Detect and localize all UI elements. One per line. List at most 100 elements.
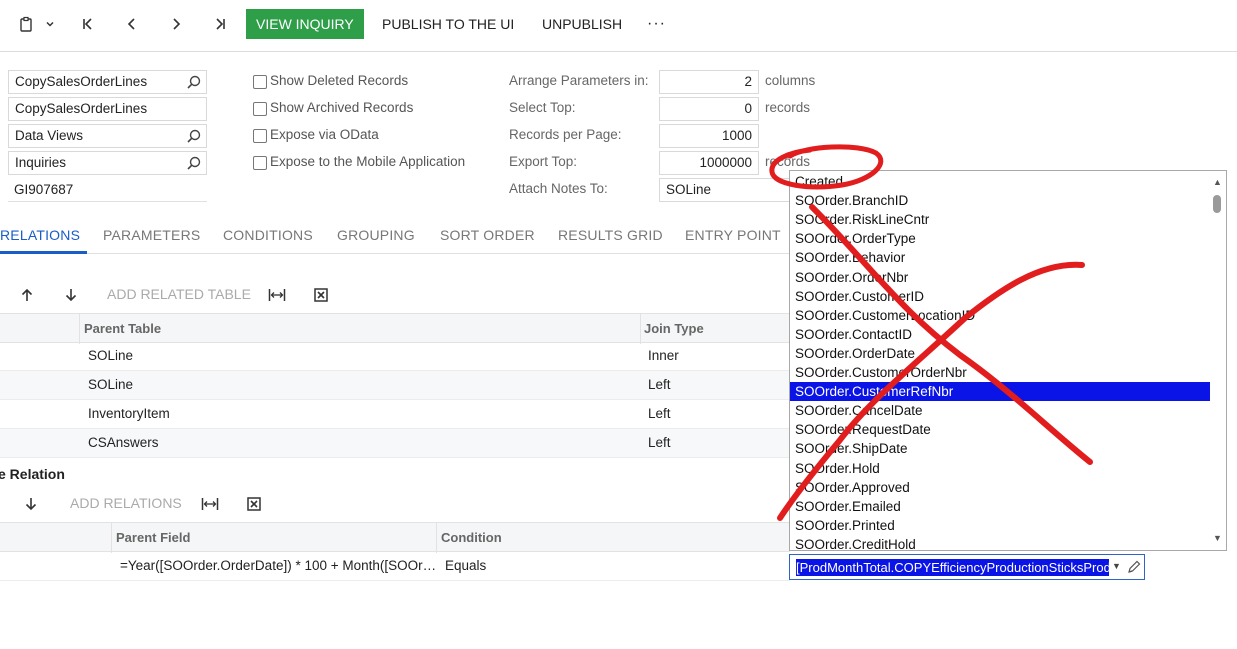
dropdown-option[interactable]: SOOrder.RequestDate [790,420,1210,439]
workspace-field[interactable]: Data Views [8,124,207,148]
dropdown-option[interactable]: SOOrder.CancelDate [790,401,1210,420]
tab-entry-point[interactable]: ENTRY POINT [685,227,781,243]
dropdown-option[interactable]: SOOrder.OrderDate [790,344,1210,363]
column-separator [111,523,112,553]
table-row[interactable]: SOLine Inner [0,342,790,371]
expose-mobile-checkbox[interactable] [253,156,267,170]
dropdown-option[interactable]: SOOrder.Emailed [790,497,1210,516]
join-type-cell: Left [648,435,671,450]
arrow-up-icon[interactable] [17,285,37,305]
export-top-unit: records [765,154,811,169]
clipboard-icon[interactable] [14,12,38,36]
parent-table-cell: InventoryItem [88,406,170,421]
scroll-down-icon[interactable]: ▼ [1212,533,1223,544]
arrange-params-unit: columns [765,73,816,88]
field-dropdown-list[interactable]: ▲ ▼ Created SOOrder.BranchID SOOrder.RiskL… [789,170,1227,551]
workspace-value: Data Views [15,128,84,143]
parent-field-cell: =Year([SOOrder.OrderDate]) * 100 + Month… [120,558,437,573]
table-row[interactable]: SOLine Left [0,371,790,400]
search-icon[interactable] [186,128,202,144]
column-separator [640,314,641,344]
records-per-page-label: Records per Page: [509,127,622,142]
publish-button[interactable]: PUBLISH TO THE UI [382,9,514,39]
field-links-grid-header: Parent Field Condition [0,522,790,553]
view-inquiry-button[interactable]: VIEW INQUIRY [246,9,364,39]
attach-notes-value: SOLine [666,182,712,197]
dropdown-option[interactable]: SOOrder.CustomerOrderNbr [790,363,1210,382]
dropdown-option[interactable]: SOOrder.OrderType [790,229,1210,248]
parent-table-header[interactable]: Parent Table [84,321,161,336]
select-top-label: Select Top: [509,100,576,115]
show-archived-checkbox[interactable] [253,102,267,116]
child-field-combo[interactable]: [ProdMonthTotal.COPYEfficiencyProduction… [789,554,1145,580]
fit-columns-icon[interactable] [267,285,287,305]
condition-header[interactable]: Condition [441,530,502,545]
add-related-table-button[interactable]: ADD RELATED TABLE [107,286,251,302]
dropdown-scrollbar[interactable]: ▲ ▼ [1209,171,1226,550]
first-page-icon[interactable] [76,12,100,36]
pencil-icon[interactable] [1126,559,1142,575]
dropdown-option[interactable]: SOOrder.OrderNbr [790,268,1210,287]
export-excel-icon[interactable] [311,285,331,305]
tab-relations[interactable]: RELATIONS [0,227,80,243]
expose-mobile-label: Expose to the Mobile Application [270,154,466,169]
site-map-title-field[interactable]: CopySalesOrderLines [8,97,207,121]
arrow-down-icon[interactable] [21,494,41,514]
export-excel-icon[interactable] [244,494,264,514]
show-deleted-label: Show Deleted Records [270,73,409,88]
dropdown-option[interactable]: SOOrder.CreditHold [790,535,1210,550]
search-icon[interactable] [186,74,202,90]
inquiry-title-field[interactable]: CopySalesOrderLines [8,70,207,94]
tab-results-grid[interactable]: RESULTS GRID [558,227,663,243]
select-top-field[interactable]: 0 [659,97,759,121]
arrange-params-label: Arrange Parameters in: [509,73,649,88]
show-deleted-checkbox[interactable] [253,75,267,89]
chevron-down-icon[interactable]: ▼ [1112,561,1121,571]
dropdown-option[interactable]: SOOrder.Behavior [790,248,1210,267]
add-relations-button[interactable]: ADD RELATIONS [70,495,182,511]
tab-conditions[interactable]: CONDITIONS [223,227,313,243]
parent-field-header[interactable]: Parent Field [116,530,190,545]
dropdown-option[interactable]: SOOrder.CustomerRefNbr [790,382,1210,402]
expose-odata-checkbox[interactable] [253,129,267,143]
category-field[interactable]: Inquiries [8,151,207,175]
last-page-icon[interactable] [208,12,232,36]
dropdown-option[interactable]: SOOrder.CustomerID [790,287,1210,306]
next-icon[interactable] [164,12,188,36]
dropdown-option[interactable]: Created [790,172,1210,191]
more-actions-button[interactable]: ··· [647,9,666,39]
show-archived-label: Show Archived Records [270,100,414,115]
dropdown-option[interactable]: SOOrder.ContactID [790,325,1210,344]
dropdown-option[interactable]: SOOrder.RiskLineCntr [790,210,1210,229]
category-value: Inquiries [15,155,67,170]
tab-grouping[interactable]: GROUPING [337,227,415,243]
join-type-cell: Left [648,377,671,392]
dropdown-option[interactable]: SOOrder.Printed [790,516,1210,535]
scrollbar-thumb[interactable] [1213,195,1221,213]
chevron-down-icon[interactable] [38,12,62,36]
column-separator [79,314,80,344]
export-top-field[interactable]: 1000000 [659,151,759,175]
screen-id: GI907687 [14,182,74,197]
search-icon[interactable] [186,155,202,171]
screen-id-underline [8,201,207,202]
dropdown-option[interactable]: SOOrder.BranchID [790,191,1210,210]
table-row[interactable]: =Year([SOOrder.OrderDate]) * 100 + Month… [0,552,790,581]
table-row[interactable]: InventoryItem Left [0,400,790,429]
dropdown-option[interactable]: SOOrder.CustomerLocationID [790,306,1210,325]
arrow-down-icon[interactable] [61,285,81,305]
previous-icon[interactable] [120,12,144,36]
tab-parameters[interactable]: PARAMETERS [103,227,200,243]
dropdown-option[interactable]: SOOrder.Hold [790,459,1210,478]
unpublish-button[interactable]: UNPUBLISH [542,9,622,39]
fit-columns-icon[interactable] [200,494,220,514]
join-type-header[interactable]: Join Type [644,321,704,336]
attach-notes-field[interactable]: SOLine [659,178,791,202]
scroll-up-icon[interactable]: ▲ [1212,177,1223,188]
dropdown-option[interactable]: SOOrder.Approved [790,478,1210,497]
table-row[interactable]: CSAnswers Left [0,429,790,458]
records-per-page-field[interactable]: 1000 [659,124,759,148]
tab-sort-order[interactable]: SORT ORDER [440,227,535,243]
dropdown-option[interactable]: SOOrder.ShipDate [790,439,1210,458]
arrange-params-field[interactable]: 2 [659,70,759,94]
